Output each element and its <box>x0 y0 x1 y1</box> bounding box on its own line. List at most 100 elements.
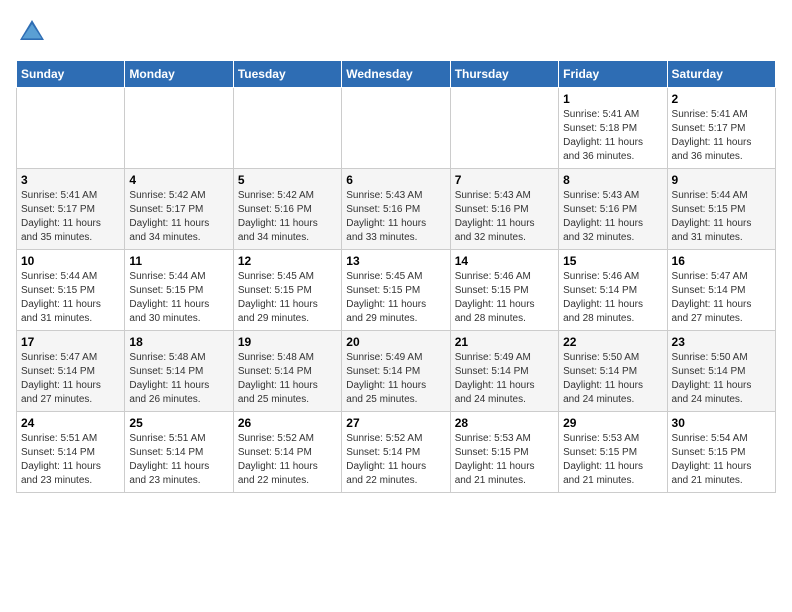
day-info: Sunrise: 5:43 AM Sunset: 5:16 PM Dayligh… <box>455 189 554 245</box>
day-info: Sunrise: 5:46 AM Sunset: 5:14 PM Dayligh… <box>563 270 662 326</box>
day-info: Sunrise: 5:43 AM Sunset: 5:16 PM Dayligh… <box>346 189 445 245</box>
day-number: 25 <box>129 416 228 430</box>
day-header-sunday: Sunday <box>17 61 125 88</box>
calendar-cell: 5Sunrise: 5:42 AM Sunset: 5:16 PM Daylig… <box>233 169 341 250</box>
day-number: 15 <box>563 254 662 268</box>
calendar-cell: 27Sunrise: 5:52 AM Sunset: 5:14 PM Dayli… <box>342 412 450 493</box>
calendar-cell: 22 Sunrise: 5:50 AM Sunset: 5:14 PM Dayli… <box>559 331 667 412</box>
day-number: 13 <box>346 254 445 268</box>
calendar-week-0: 1 Sunrise: 5:41 AM Sunset: 5:18 PM Daylig… <box>17 88 776 169</box>
calendar-cell: 16Sunrise: 5:47 AM Sunset: 5:14 PM Dayli… <box>667 250 775 331</box>
calendar-cell: 11 Sunrise: 5:44 AM Sunset: 5:15 PM Dayli… <box>125 250 233 331</box>
calendar-table: SundayMondayTuesdayWednesdayThursdayFrid… <box>16 60 776 493</box>
calendar-week-4: 24 Sunrise: 5:51 AM Sunset: 5:14 PM Dayli… <box>17 412 776 493</box>
calendar-cell <box>125 88 233 169</box>
day-number: 3 <box>21 173 120 187</box>
calendar-cell: 1 Sunrise: 5:41 AM Sunset: 5:18 PM Daylig… <box>559 88 667 169</box>
day-header-friday: Friday <box>559 61 667 88</box>
day-info: Sunrise: 5:52 AM Sunset: 5:14 PM Dayligh… <box>238 432 337 488</box>
day-number: 28 <box>455 416 554 430</box>
day-header-thursday: Thursday <box>450 61 558 88</box>
day-number: 24 <box>21 416 120 430</box>
day-number: 21 <box>455 335 554 349</box>
calendar-cell: 28Sunrise: 5:53 AM Sunset: 5:15 PM Dayli… <box>450 412 558 493</box>
calendar-cell: 4Sunrise: 5:42 AM Sunset: 5:17 PM Daylig… <box>125 169 233 250</box>
day-number: 18 <box>129 335 228 349</box>
day-number: 26 <box>238 416 337 430</box>
day-info: Sunrise: 5:50 AM Sunset: 5:14 PM Dayligh… <box>672 351 771 407</box>
day-info: Sunrise: 5:41 AM Sunset: 5:18 PM Dayligh… <box>563 108 662 164</box>
calendar-cell: 19 Sunrise: 5:48 AM Sunset: 5:14 PM Dayli… <box>233 331 341 412</box>
day-number: 14 <box>455 254 554 268</box>
day-number: 7 <box>455 173 554 187</box>
day-number: 19 <box>238 335 337 349</box>
logo[interactable] <box>16 16 52 48</box>
day-info: Sunrise: 5:46 AM Sunset: 5:15 PM Dayligh… <box>455 270 554 326</box>
day-info: Sunrise: 5:51 AM Sunset: 5:14 PM Dayligh… <box>21 432 120 488</box>
day-info: Sunrise: 5:44 AM Sunset: 5:15 PM Dayligh… <box>129 270 228 326</box>
day-number: 8 <box>563 173 662 187</box>
logo-icon <box>16 16 48 48</box>
calendar-cell: 12 Sunrise: 5:45 AM Sunset: 5:15 PM Dayli… <box>233 250 341 331</box>
calendar-cell: 15 Sunrise: 5:46 AM Sunset: 5:14 PM Dayli… <box>559 250 667 331</box>
day-number: 4 <box>129 173 228 187</box>
calendar-cell: 13 Sunrise: 5:45 AM Sunset: 5:15 PM Dayli… <box>342 250 450 331</box>
calendar-cell: 14 Sunrise: 5:46 AM Sunset: 5:15 PM Dayli… <box>450 250 558 331</box>
day-info: Sunrise: 5:52 AM Sunset: 5:14 PM Dayligh… <box>346 432 445 488</box>
day-info: Sunrise: 5:45 AM Sunset: 5:15 PM Dayligh… <box>346 270 445 326</box>
day-number: 30 <box>672 416 771 430</box>
calendar-cell: 2 Sunrise: 5:41 AM Sunset: 5:17 PM Daylig… <box>667 88 775 169</box>
calendar-cell: 9 Sunrise: 5:44 AM Sunset: 5:15 PM Daylig… <box>667 169 775 250</box>
day-info: Sunrise: 5:49 AM Sunset: 5:14 PM Dayligh… <box>455 351 554 407</box>
day-number: 29 <box>563 416 662 430</box>
day-number: 2 <box>672 92 771 106</box>
day-info: Sunrise: 5:54 AM Sunset: 5:15 PM Dayligh… <box>672 432 771 488</box>
day-header-wednesday: Wednesday <box>342 61 450 88</box>
day-number: 23 <box>672 335 771 349</box>
calendar-cell: 21 Sunrise: 5:49 AM Sunset: 5:14 PM Dayli… <box>450 331 558 412</box>
day-info: Sunrise: 5:45 AM Sunset: 5:15 PM Dayligh… <box>238 270 337 326</box>
calendar-cell: 25 Sunrise: 5:51 AM Sunset: 5:14 PM Dayli… <box>125 412 233 493</box>
calendar-cell <box>450 88 558 169</box>
calendar-week-2: 10 Sunrise: 5:44 AM Sunset: 5:15 PM Dayli… <box>17 250 776 331</box>
calendar-cell: 24 Sunrise: 5:51 AM Sunset: 5:14 PM Dayli… <box>17 412 125 493</box>
calendar-cell: 10 Sunrise: 5:44 AM Sunset: 5:15 PM Dayli… <box>17 250 125 331</box>
day-header-tuesday: Tuesday <box>233 61 341 88</box>
day-info: Sunrise: 5:47 AM Sunset: 5:14 PM Dayligh… <box>672 270 771 326</box>
page-header <box>16 16 776 48</box>
day-info: Sunrise: 5:48 AM Sunset: 5:14 PM Dayligh… <box>129 351 228 407</box>
calendar-cell <box>233 88 341 169</box>
day-header-saturday: Saturday <box>667 61 775 88</box>
calendar-cell: 20 Sunrise: 5:49 AM Sunset: 5:14 PM Dayli… <box>342 331 450 412</box>
day-info: Sunrise: 5:53 AM Sunset: 5:15 PM Dayligh… <box>563 432 662 488</box>
day-info: Sunrise: 5:41 AM Sunset: 5:17 PM Dayligh… <box>672 108 771 164</box>
day-number: 9 <box>672 173 771 187</box>
calendar-cell: 6Sunrise: 5:43 AM Sunset: 5:16 PM Daylig… <box>342 169 450 250</box>
day-info: Sunrise: 5:41 AM Sunset: 5:17 PM Dayligh… <box>21 189 120 245</box>
day-info: Sunrise: 5:42 AM Sunset: 5:16 PM Dayligh… <box>238 189 337 245</box>
calendar-cell: 8 Sunrise: 5:43 AM Sunset: 5:16 PM Daylig… <box>559 169 667 250</box>
day-number: 22 <box>563 335 662 349</box>
day-info: Sunrise: 5:43 AM Sunset: 5:16 PM Dayligh… <box>563 189 662 245</box>
day-number: 20 <box>346 335 445 349</box>
calendar-cell: 17 Sunrise: 5:47 AM Sunset: 5:14 PM Dayli… <box>17 331 125 412</box>
day-info: Sunrise: 5:48 AM Sunset: 5:14 PM Dayligh… <box>238 351 337 407</box>
day-info: Sunrise: 5:50 AM Sunset: 5:14 PM Dayligh… <box>563 351 662 407</box>
day-number: 11 <box>129 254 228 268</box>
calendar-week-3: 17 Sunrise: 5:47 AM Sunset: 5:14 PM Dayli… <box>17 331 776 412</box>
calendar-cell: 30 Sunrise: 5:54 AM Sunset: 5:15 PM Dayli… <box>667 412 775 493</box>
day-info: Sunrise: 5:47 AM Sunset: 5:14 PM Dayligh… <box>21 351 120 407</box>
day-info: Sunrise: 5:44 AM Sunset: 5:15 PM Dayligh… <box>672 189 771 245</box>
calendar-cell: 3 Sunrise: 5:41 AM Sunset: 5:17 PM Daylig… <box>17 169 125 250</box>
day-number: 12 <box>238 254 337 268</box>
day-info: Sunrise: 5:51 AM Sunset: 5:14 PM Dayligh… <box>129 432 228 488</box>
calendar-cell <box>342 88 450 169</box>
day-number: 10 <box>21 254 120 268</box>
calendar-cell: 29 Sunrise: 5:53 AM Sunset: 5:15 PM Dayli… <box>559 412 667 493</box>
day-info: Sunrise: 5:49 AM Sunset: 5:14 PM Dayligh… <box>346 351 445 407</box>
day-number: 17 <box>21 335 120 349</box>
day-number: 1 <box>563 92 662 106</box>
calendar-cell <box>17 88 125 169</box>
day-info: Sunrise: 5:44 AM Sunset: 5:15 PM Dayligh… <box>21 270 120 326</box>
calendar-header: SundayMondayTuesdayWednesdayThursdayFrid… <box>17 61 776 88</box>
